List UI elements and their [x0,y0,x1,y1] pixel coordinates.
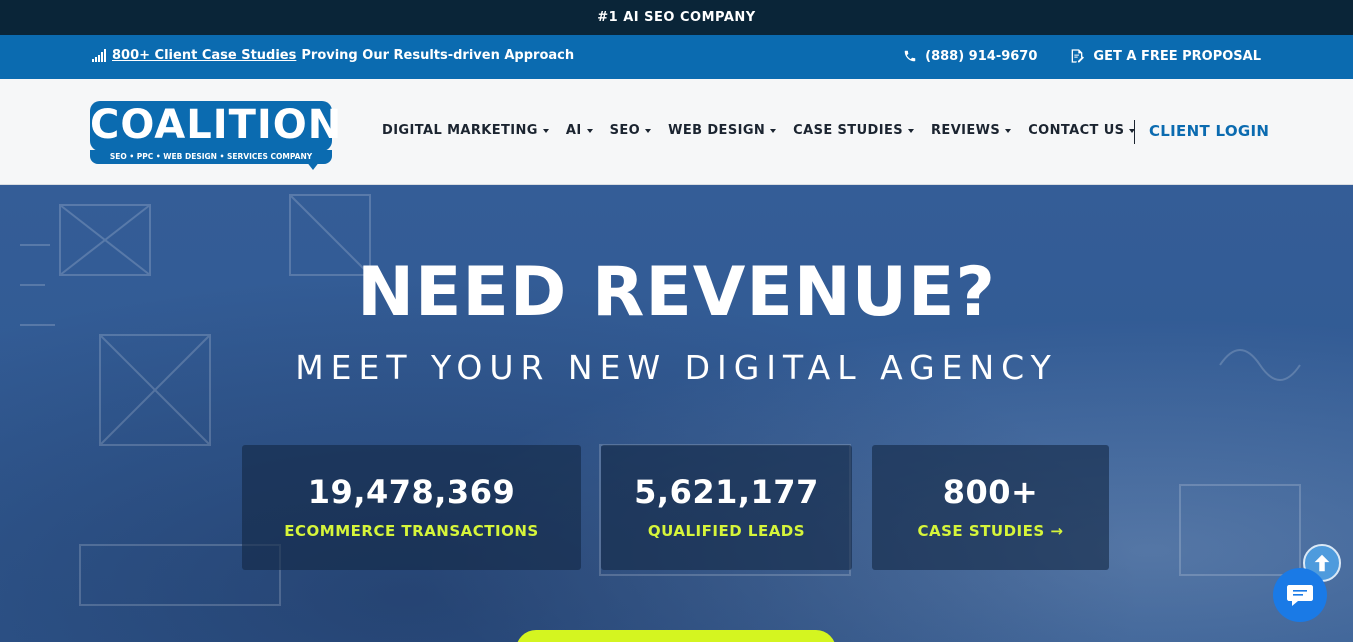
info-bar: 800+ Client Case Studies Proving Our Res… [0,35,1353,79]
nav-item-label: DIGITAL MARKETING [382,123,538,138]
caret-down-icon [908,128,915,133]
stat-card-leads: 5,621,177 QUALIFIED LEADS [601,445,852,570]
phone-link[interactable]: (888) 914-9670 [903,49,1037,64]
nav-item-case-studies[interactable]: CASE STUDIES [793,123,915,138]
top-announcement-bar: #1 AI SEO COMPANY [0,0,1353,35]
stat-label: QUALIFIED LEADS [647,522,806,540]
nav-item-label: REVIEWS [931,123,1001,138]
coalition-logo[interactable]: COALITION SEO • PPC • WEB DESIGN • SERVI… [90,101,343,170]
nav-item-seo[interactable]: SEO [610,123,652,138]
caret-down-icon [1005,128,1012,133]
chat-widget-button[interactable] [1273,568,1327,622]
nav-item-ai[interactable]: AI [566,123,593,138]
nav-menu: DIGITAL MARKETING AI SEO WEB DESIGN CASE… [382,123,1152,138]
nav-item-digital-marketing[interactable]: DIGITAL MARKETING [382,123,549,138]
stat-number: 5,621,177 [634,473,819,511]
logo-speech-tail [306,161,320,170]
hero-cta-button[interactable] [516,630,836,642]
nav-item-web-design[interactable]: WEB DESIGN [668,123,777,138]
main-navbar: COALITION SEO • PPC • WEB DESIGN • SERVI… [0,79,1353,185]
caret-down-icon [770,128,777,133]
nav-item-contact-us[interactable]: CONTACT US [1028,123,1136,138]
stat-label: ECOMMERCE TRANSACTIONS [284,522,539,540]
nav-item-label: CONTACT US [1028,123,1125,138]
stat-card-transactions: 19,478,369 ECOMMERCE TRANSACTIONS [242,445,581,570]
stat-number: 19,478,369 [307,473,516,511]
case-studies-link[interactable]: CASE STUDIES → [872,522,1109,540]
caret-down-icon [542,128,549,133]
logo-tagline: SEO • PPC • WEB DESIGN • SERVICES COMPAN… [90,150,332,164]
stat-number: 800+ [942,473,1039,511]
phone-icon [904,50,916,62]
chat-bubble-icon [1287,585,1313,606]
nav-divider [1134,120,1135,144]
hero-section: NEED REVENUE? MEET YOUR NEW DIGITAL AGEN… [0,185,1353,642]
stat-card-case-studies[interactable]: 800+ CASE STUDIES → [872,445,1109,570]
free-proposal-label: GET A FREE PROPOSAL [1093,48,1261,64]
hero-subheadline: MEET YOUR NEW DIGITAL AGENCY [295,348,1058,387]
client-login-link[interactable]: CLIENT LOGIN [1149,122,1269,140]
hero-headline: NEED REVENUE? [357,253,996,332]
nav-item-reviews[interactable]: REVIEWS [931,123,1012,138]
arrow-up-icon [1314,554,1330,572]
nav-item-label: WEB DESIGN [668,123,766,138]
contact-actions: (888) 914-9670 GET A FREE PROPOSAL [871,48,1261,64]
free-proposal-link[interactable]: GET A FREE PROPOSAL [1069,48,1261,64]
caret-down-icon [645,128,652,133]
signal-bars-icon [92,49,106,62]
phone-number: (888) 914-9670 [925,48,1038,64]
caret-down-icon [586,128,593,133]
nav-item-label: SEO [609,123,641,138]
nav-item-label: AI [565,123,582,138]
case-studies-tagline: Proving Our Results-driven Approach [301,48,575,63]
announcement-text: #1 AI SEO COMPANY [597,10,756,25]
document-edit-icon [1072,49,1085,63]
case-studies-link[interactable]: 800+ Client Case Studies [112,48,296,63]
case-studies-promo: 800+ Client Case Studies Proving Our Res… [92,48,574,63]
logo-wordmark: COALITION [90,102,343,148]
nav-item-label: CASE STUDIES [793,123,904,138]
